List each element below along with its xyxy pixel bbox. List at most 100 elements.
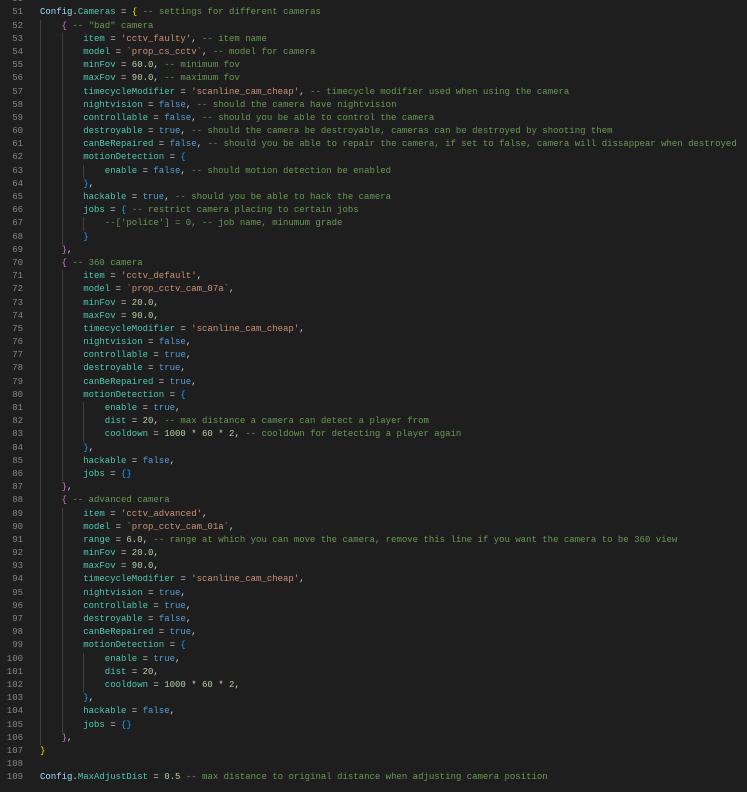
code-line[interactable]: 102 cooldown = 1000 * 60 * 2, bbox=[0, 678, 747, 693]
code-line[interactable]: 92 minFov = 20.0, bbox=[0, 547, 747, 561]
code-line[interactable]: 72 model = `prop_cctv_cam_07a`, bbox=[0, 283, 747, 297]
code-line[interactable]: 90 model = `prop_cctv_cam_01a`, bbox=[0, 520, 747, 534]
indent-guide bbox=[61, 441, 63, 455]
code-line[interactable]: 54 model = `prop_cs_cctv`, -- model for c… bbox=[0, 45, 747, 60]
brace-token: { bbox=[180, 152, 186, 163]
code-line[interactable]: 106}, bbox=[0, 731, 747, 745]
indent-guide bbox=[40, 613, 41, 627]
code-line[interactable]: 88 { -- advanced camera bbox=[0, 494, 747, 508]
indent-guide bbox=[40, 626, 41, 640]
code-line[interactable]: 70 { -- 360 camera bbox=[0, 256, 747, 271]
code-line[interactable]: 71 item = 'cctv_default', bbox=[0, 270, 747, 284]
operator-token: , bbox=[299, 86, 311, 97]
operator-token: , bbox=[299, 323, 305, 334]
code-line[interactable]: 87}, bbox=[0, 481, 747, 495]
code-line[interactable]: 97 destroyable = false, bbox=[0, 613, 747, 627]
code-line[interactable]: 108 bbox=[0, 758, 747, 771]
code-line[interactable]: 59 controllable = false, -- should you be… bbox=[0, 111, 747, 126]
code-text: { -- advanced camera bbox=[62, 494, 170, 507]
indent-guide bbox=[61, 230, 63, 244]
code-line[interactable]: 51 Config.Cameras = { -- settings for dif… bbox=[0, 6, 747, 19]
code-line[interactable]: 96 controllable = true, bbox=[0, 599, 747, 614]
code-line[interactable]: 86 jobs = {} bbox=[0, 467, 747, 482]
number-token: 20.0 bbox=[131, 297, 154, 308]
code-line[interactable]: 56 maxFov = 90.0, -- maximum fov bbox=[0, 72, 747, 86]
code-line[interactable]: 60 destroyable = true, -- should the came… bbox=[0, 125, 747, 139]
code-line[interactable]: 58 nightvision = false, -- should the cam… bbox=[0, 98, 747, 112]
code-line[interactable]: 73 minFov = 20.0, bbox=[0, 296, 747, 310]
code-line[interactable]: 57 timecycleModifier = 'scanline_cam_chea… bbox=[0, 85, 747, 99]
code-line[interactable]: 74 maxFov = 90.0, bbox=[0, 309, 747, 323]
code-line[interactable]: 94 timecycleModifier = 'scanline_cam_chea… bbox=[0, 573, 747, 587]
code-line[interactable]: 104 hackable = false, bbox=[0, 705, 747, 719]
indent-guide bbox=[40, 573, 41, 587]
code-line[interactable]: 82 dist = 20, -- max distance a camera ca… bbox=[0, 415, 747, 429]
indent-guide bbox=[40, 322, 41, 337]
string-token: 'scanline_cam_cheap' bbox=[191, 86, 300, 97]
code-line[interactable]: 89 item = 'cctv_advanced', bbox=[0, 507, 747, 521]
operator-token: , bbox=[185, 350, 192, 361]
code-line[interactable]: 69}, bbox=[0, 243, 747, 257]
code-line[interactable]: 76 nightvision = false, bbox=[0, 336, 747, 350]
code-line[interactable]: 64}, bbox=[0, 177, 747, 192]
indent-guide bbox=[61, 72, 63, 86]
property-token: jobs bbox=[83, 205, 105, 216]
boolean-token: false bbox=[142, 455, 170, 466]
code-line[interactable]: 67 --['police'] = 0, -- job name, minumum… bbox=[0, 217, 747, 231]
code-line[interactable]: 68} bbox=[0, 230, 747, 244]
code-line[interactable]: 99 motionDetection = { bbox=[0, 639, 747, 653]
code-line[interactable]: 91 range = 6.0, -- range at which you can… bbox=[0, 533, 747, 548]
line-number: 79 bbox=[12, 376, 23, 387]
operator-token: , bbox=[153, 60, 165, 71]
indent-guide bbox=[61, 573, 63, 587]
indent-guide bbox=[61, 177, 63, 192]
code-line[interactable]: 83 cooldown = 1000 * 60 * 2, -- cooldown … bbox=[0, 428, 747, 442]
code-line[interactable]: 62 motionDetection = { bbox=[0, 151, 747, 165]
code-line[interactable]: 103}, bbox=[0, 692, 747, 706]
code-line[interactable]: 66 jobs = { -- restrict camera placing to… bbox=[0, 204, 747, 218]
code-line[interactable]: 61 canBeRepaired = false, -- should you b… bbox=[0, 138, 747, 152]
indent-guide bbox=[40, 98, 41, 112]
code-line[interactable]: 78 destroyable = true, bbox=[0, 362, 747, 376]
code-line[interactable]: 95 nightvision = true, bbox=[0, 586, 747, 600]
code-line[interactable]: 105 jobs = {} bbox=[0, 718, 747, 732]
operator-token: = bbox=[153, 139, 170, 150]
code-line[interactable]: 81 enable = true, bbox=[0, 402, 747, 416]
code-line[interactable]: 107} bbox=[0, 745, 747, 758]
code-line[interactable]: 75 timecycleModifier = 'scanline_cam_chea… bbox=[0, 322, 747, 337]
property-token: motionDetection bbox=[83, 152, 165, 163]
code-line[interactable]: 101 dist = 20, bbox=[0, 665, 747, 679]
code-text: item = 'cctv_advanced', bbox=[83, 508, 207, 521]
indent-guide bbox=[61, 322, 63, 337]
code-line[interactable]: 79 canBeRepaired = true, bbox=[0, 375, 747, 389]
operator-token: = bbox=[115, 310, 132, 321]
property-token: enable bbox=[104, 165, 138, 176]
property-token: minFov bbox=[83, 297, 116, 308]
operator-token: = bbox=[175, 323, 192, 334]
code-line[interactable]: 98 canBeRepaired = true, bbox=[0, 626, 747, 640]
code-line[interactable]: 100 enable = true, bbox=[0, 652, 747, 666]
code-line[interactable]: 80 motionDetection = { bbox=[0, 388, 747, 403]
code-line[interactable]: 55 minFov = 60.0, -- minimum fov bbox=[0, 59, 747, 73]
indent-guide bbox=[40, 283, 41, 297]
code-line[interactable]: 63 enable = false, -- should motion detec… bbox=[0, 164, 747, 178]
operator-token: , bbox=[229, 284, 235, 295]
code-text: hackable = true, -- should you be able t… bbox=[83, 191, 391, 204]
code-line[interactable]: 109 Config.MaxAdjustDist = 0.5 -- max dis… bbox=[0, 771, 747, 784]
code-line[interactable]: 52 { -- "bad" camera bbox=[0, 19, 747, 33]
boolean-token: true bbox=[153, 653, 176, 664]
code-line[interactable]: 77 controllable = true, bbox=[0, 349, 747, 363]
code-text: destroyable = true, -- should the camera… bbox=[83, 125, 612, 138]
code-editor[interactable]: 5051Config.Cameras = { -- settings for d… bbox=[0, 0, 747, 784]
code-line[interactable]: 53 item = 'cctv_faulty', -- item name bbox=[0, 32, 747, 46]
comment-token: -- should the camera be destroyable, cam… bbox=[191, 126, 613, 137]
code-line[interactable]: 84}, bbox=[0, 441, 747, 455]
code-line[interactable]: 85 hackable = false, bbox=[0, 454, 747, 468]
indent-guide bbox=[40, 151, 41, 165]
indent-guide bbox=[40, 125, 41, 139]
code-line[interactable]: 93 maxFov = 90.0, bbox=[0, 560, 747, 574]
operator-token: = bbox=[126, 192, 143, 203]
operator-token: , bbox=[196, 271, 203, 282]
code-text: dist = 20, bbox=[105, 666, 159, 679]
code-line[interactable]: 65 hackable = true, -- should you be able… bbox=[0, 191, 747, 205]
